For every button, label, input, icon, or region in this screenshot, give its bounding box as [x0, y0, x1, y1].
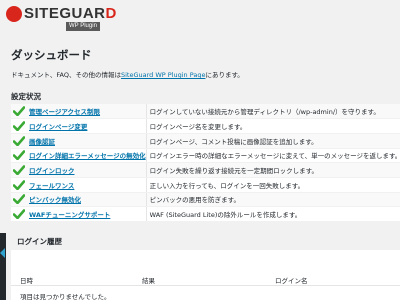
checkmark-icon	[13, 106, 25, 117]
settings-row: ログイン詳細エラーメッセージの無効化 ログインエラー時の詳細なエラーメッセージに変…	[11, 148, 400, 164]
checkmark-icon	[13, 194, 25, 205]
feature-link[interactable]: WAFチューニングサポート	[29, 211, 110, 219]
settings-row: 管理ページアクセス制限 ログインしていない接続元から管理ディレクトリ（/wp-ad…	[11, 104, 400, 120]
checkmark-icon	[13, 165, 25, 176]
settings-row: フェールワンス 正しい入力を行っても、ログインを一回失敗します。	[11, 177, 400, 193]
logo-text: SITEGUARD	[24, 5, 117, 22]
checkmark-icon	[13, 179, 25, 190]
feature-description: ログインエラー時の詳細なエラーメッセージに変えて、単一のメッセージを返します。	[146, 148, 400, 164]
settings-row: ログインロック ログイン失敗を繰り返す接続元を一定期間ロックします。	[11, 162, 400, 178]
logo-subtitle: WP Plugin	[66, 22, 100, 31]
doc-text-after: にあります。	[205, 71, 244, 79]
settings-row: ログインページ変更 ログインページ名を変更します。	[11, 118, 400, 134]
login-history-title: ログイン履歴	[17, 237, 62, 246]
feature-description: ログインしていない接続元から管理ディレクトリ（/wp-admin/）を守ります。	[146, 104, 400, 120]
page-title: ダッシュボード	[11, 48, 92, 62]
feature-link[interactable]: ピンバック無効化	[29, 196, 81, 204]
siteguard-logo: SITEGUARD WP Plugin	[6, 5, 116, 33]
checkmark-icon	[13, 135, 25, 146]
checkmark-icon	[13, 121, 25, 132]
feature-description: 正しい入力を行っても、ログインを一回失敗します。	[146, 177, 400, 193]
feature-cell: フェールワンス	[11, 177, 147, 193]
checkmark-icon	[13, 209, 25, 220]
feature-cell: 管理ページアクセス制限	[11, 104, 147, 120]
settings-status-title: 設定状況	[11, 92, 41, 101]
feature-cell: ピンバック無効化	[11, 192, 147, 208]
feature-description: ログインページ名を変更します。	[146, 118, 400, 134]
settings-status-table: 管理ページアクセス制限 ログインしていない接続元から管理ディレクトリ（/wp-ad…	[11, 104, 400, 222]
login-history-panel: 日時 結果 ログイン名 項目は見つかりませんでした。	[11, 250, 400, 300]
feature-description: ピンバックの悪用を防ぎます。	[146, 192, 400, 208]
feature-link[interactable]: ログインページ変更	[29, 123, 87, 131]
header-bar: SITEGUARD WP Plugin	[0, 0, 400, 42]
checkmark-icon	[13, 150, 25, 161]
settings-row: WAFチューニングサポート WAF (SiteGuard Lite)の除外ルールを…	[11, 206, 400, 222]
admin-sidebar-edge	[0, 233, 6, 300]
plugin-page-link[interactable]: SiteGuard WP Plugin Page	[121, 71, 205, 79]
feature-description: ログイン失敗を繰り返す接続元を一定期間ロックします。	[146, 162, 400, 178]
no-items-message: 項目は見つかりませんでした。	[20, 293, 111, 300]
feature-cell: ログイン詳細エラーメッセージの無効化	[11, 148, 147, 164]
feature-cell: ログインロック	[11, 162, 147, 178]
documentation-line: ドキュメント、FAQ、その他の情報はSiteGuard WP Plugin Pa…	[11, 69, 244, 79]
settings-row: 画像認証 ログインページ、コメント投稿に画像認証を追加します。	[11, 133, 400, 149]
feature-link[interactable]: フェールワンス	[29, 182, 74, 190]
login-history-header: 日時 結果 ログイン名	[11, 272, 400, 286]
feature-link[interactable]: ログインロック	[29, 167, 75, 175]
doc-text-before: ドキュメント、FAQ、その他の情報は	[11, 71, 121, 79]
column-login-name[interactable]: ログイン名	[275, 275, 308, 285]
feature-cell: ログインページ変更	[11, 118, 147, 134]
feature-description: WAF (SiteGuard Lite)の除外ルールを作成します。	[146, 206, 400, 222]
feature-link[interactable]: 管理ページアクセス制限	[29, 108, 100, 116]
current-menu-arrow	[0, 248, 5, 258]
logo-mark	[6, 6, 22, 22]
feature-cell: 画像認証	[11, 133, 147, 149]
feature-link[interactable]: 画像認証	[29, 138, 55, 146]
column-result[interactable]: 結果	[142, 275, 155, 285]
feature-link[interactable]: ログイン詳細エラーメッセージの無効化	[29, 152, 145, 160]
column-datetime[interactable]: 日時	[20, 275, 33, 285]
feature-description: ログインページ、コメント投稿に画像認証を追加します。	[146, 133, 400, 149]
settings-row: ピンバック無効化 ピンバックの悪用を防ぎます。	[11, 192, 400, 208]
feature-cell: WAFチューニングサポート	[11, 206, 147, 222]
